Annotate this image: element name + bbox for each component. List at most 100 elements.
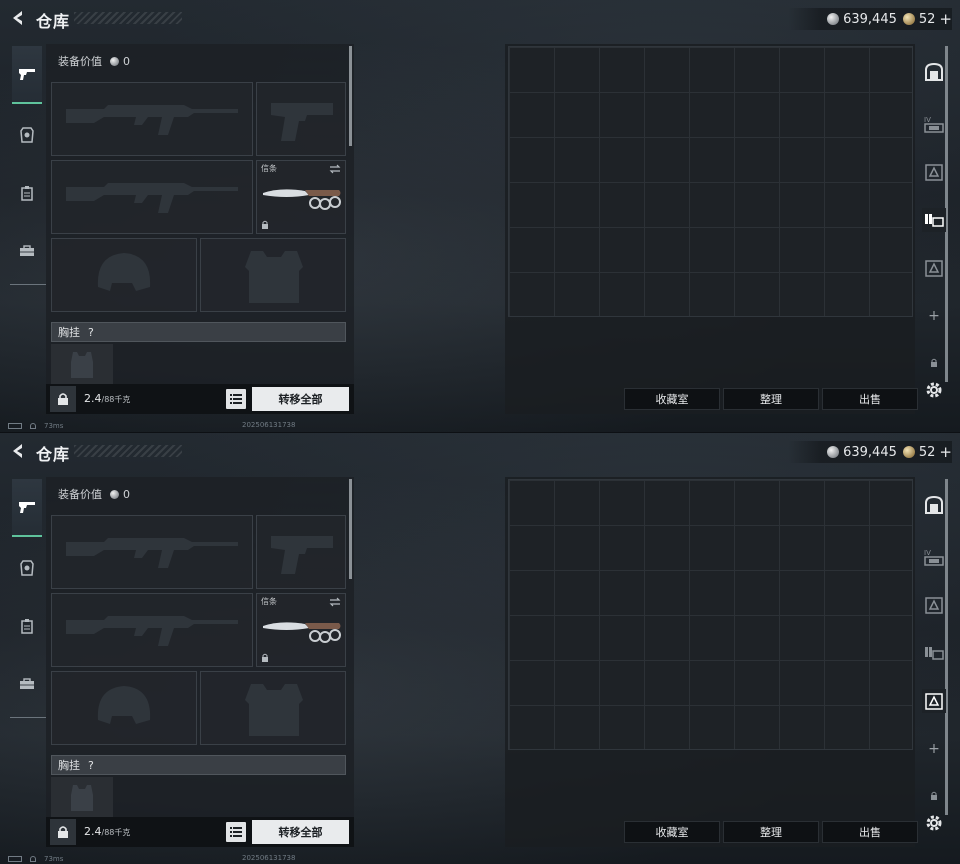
melee-slot[interactable]: 信条 [256, 160, 346, 234]
body-armor-slot[interactable] [200, 671, 346, 745]
warehouse-screen: 仓库 639,445 52 + 装备价值 0 信条 胸挂 ? 2.4/88千克 … [0, 432, 960, 864]
silver-currency: 639,445 [827, 445, 897, 460]
gold-currency[interactable]: 52 + [902, 10, 952, 28]
tab-backpack[interactable] [12, 164, 42, 222]
helmet-slot[interactable] [51, 671, 197, 745]
primary-weapon-slot[interactable] [51, 82, 253, 156]
weight-value: 2.4 [84, 825, 102, 838]
chest-help-icon[interactable]: ? [88, 326, 94, 339]
back-arrow-icon[interactable] [8, 441, 28, 461]
chest-help-icon[interactable]: ? [88, 759, 94, 772]
weight-display: 2.4/88千克 [84, 392, 130, 405]
title-decoration [74, 12, 182, 24]
lock-icon [262, 220, 268, 229]
sort-button[interactable]: 整理 [723, 388, 819, 410]
battery-icon [8, 423, 22, 429]
storage-tab-3[interactable] [922, 208, 946, 232]
storage-tab-1[interactable]: IV [922, 112, 946, 136]
tab-armor[interactable] [12, 106, 42, 164]
sell-button[interactable]: 出售 [822, 821, 918, 843]
equipment-tabs [8, 477, 46, 719]
tab-backpack[interactable] [12, 597, 42, 655]
list-view-button[interactable] [226, 389, 246, 409]
storage-tab-4[interactable] [922, 689, 946, 713]
collection-room-button[interactable]: 收藏室 [624, 821, 720, 843]
equipment-value-amount: 0 [123, 487, 130, 501]
equipment-value-label: 装备价值 [58, 488, 102, 501]
collection-room-button[interactable]: 收藏室 [624, 388, 720, 410]
lock-icon [931, 358, 937, 367]
pistol-slot[interactable] [256, 515, 346, 589]
armor-tab-icon [20, 127, 34, 143]
storage-grid[interactable] [508, 479, 913, 750]
gear-icon[interactable] [924, 380, 944, 400]
storage-tab-2[interactable] [922, 160, 946, 184]
transfer-all-button[interactable]: 转移全部 [252, 820, 349, 844]
storage-tab-2[interactable] [922, 593, 946, 617]
tab-loadout[interactable] [12, 479, 42, 537]
lock-icon [58, 826, 68, 838]
warehouse-screen: 仓库 639,445 52 + 装备价值 0 信条 胸挂 ? 2.4/88千克 … [0, 0, 960, 432]
safe-tab[interactable] [922, 493, 946, 517]
page-title: 仓库 [36, 445, 71, 464]
gold-currency[interactable]: 52 + [902, 443, 952, 461]
tab-armor[interactable] [12, 539, 42, 597]
tab-briefcase[interactable] [12, 222, 42, 280]
equipment-scrollbar[interactable] [349, 479, 352, 579]
wifi-icon [30, 423, 36, 429]
storage-tab-1[interactable]: IV [922, 545, 946, 569]
storage-tabs: IV + [918, 477, 950, 817]
currency-bar: 639,445 52 + [788, 8, 952, 30]
chest-rig-header: 胸挂 ? [51, 755, 346, 775]
knife-icon [263, 622, 341, 643]
storage-grid[interactable] [508, 46, 913, 317]
knife-name: 信条 [261, 164, 277, 173]
rifle-icon [66, 105, 238, 135]
melee-slot[interactable]: 信条 [256, 593, 346, 667]
armor-tab-icon [20, 560, 34, 576]
sort-button[interactable]: 整理 [723, 821, 819, 843]
briefcase-tab-icon [20, 245, 34, 256]
svg-text:IV: IV [924, 116, 931, 124]
back-arrow-icon[interactable] [8, 8, 28, 28]
chest-rig-slot[interactable] [51, 344, 113, 384]
storage-tab-4[interactable] [922, 256, 946, 280]
equipment-scrollbar[interactable] [349, 46, 352, 146]
lock-button[interactable] [50, 819, 76, 845]
transfer-all-button[interactable]: 转移全部 [252, 387, 349, 411]
add-storage-button[interactable]: + [926, 308, 942, 324]
title-decoration [74, 445, 182, 457]
lock-button[interactable] [50, 386, 76, 412]
storage-icon: IV [924, 549, 944, 566]
swap-icon[interactable] [329, 164, 341, 174]
silver-amount: 639,445 [843, 11, 897, 27]
storage-icon [925, 597, 943, 614]
secondary-weapon-slot[interactable] [51, 160, 253, 234]
equipment-value-amount: 0 [123, 54, 130, 68]
helmet-slot[interactable] [51, 238, 197, 312]
swap-icon[interactable] [329, 597, 341, 607]
pistol-slot[interactable] [256, 82, 346, 156]
tab-briefcase[interactable] [12, 655, 42, 713]
list-view-button[interactable] [226, 822, 246, 842]
sell-button[interactable]: 出售 [822, 388, 918, 410]
primary-weapon-slot[interactable] [51, 515, 253, 589]
pistol-tab-icon [19, 502, 35, 513]
tab-loadout[interactable] [12, 46, 42, 104]
safe-tab[interactable] [922, 60, 946, 84]
vest-icon [245, 684, 303, 736]
add-currency-button[interactable]: + [939, 443, 952, 461]
equipment-value: 装备价值 0 [58, 53, 130, 69]
silver-currency: 639,445 [827, 12, 897, 27]
secondary-weapon-slot[interactable] [51, 593, 253, 667]
body-armor-slot[interactable] [200, 238, 346, 312]
add-storage-button[interactable]: + [926, 741, 942, 757]
lock-icon [931, 791, 937, 800]
weight-value: 2.4 [84, 392, 102, 405]
equipment-value-label: 装备价值 [58, 55, 102, 68]
knife-name: 信条 [261, 597, 277, 606]
storage-tab-3[interactable] [922, 641, 946, 665]
add-currency-button[interactable]: + [939, 10, 952, 28]
chest-rig-slot[interactable] [51, 777, 113, 817]
gear-icon[interactable] [924, 813, 944, 833]
